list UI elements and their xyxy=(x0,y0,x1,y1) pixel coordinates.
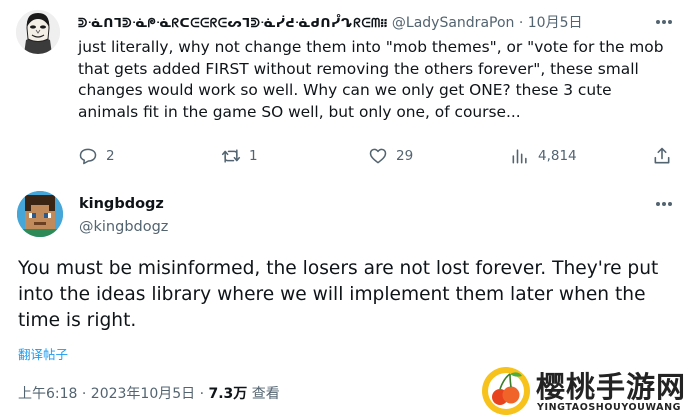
main-tweet-text: You must be misinformed, the losers are … xyxy=(18,258,659,331)
reply-tweet-actions: 2 1 29 4,814 xyxy=(78,146,678,166)
watermark-title: 樱桃手游网 xyxy=(536,370,687,404)
reply-tweet-text: just literally, why not change them into… xyxy=(78,38,664,122)
reply-author-handle[interactable]: @LadySandraPon xyxy=(392,15,515,31)
views-button[interactable]: 4,814 xyxy=(510,146,577,166)
main-author-avatar[interactable] xyxy=(17,191,63,237)
share-icon xyxy=(654,147,670,164)
reply-count: 2 xyxy=(106,148,115,164)
site-watermark: 樱桃手游网 YINGTAOSHOUYOUWANG xyxy=(480,360,690,419)
retweet-count: 1 xyxy=(249,148,258,164)
like-count: 29 xyxy=(396,148,414,164)
reply-author-name[interactable]: ᕲᓍᑎᒣᕲᓍᖘᓍᖇᑕᕮᕮᖇᕮᔕᒣᕲᓍᓰᕍᓍᑯᑎᓮᖊᖇᕮᗰ᎒᎒ xyxy=(78,15,387,30)
main-author-handle[interactable]: @kingbdogz xyxy=(79,219,168,235)
reply-tweet-header: ᕲᓍᑎᒣᕲᓍᖘᓍᖇᑕᕮᕮᖇᕮᔕᒣᕲᓍᓰᕍᓍᑯᑎᓮᖊᖇᕮᗰ᎒᎒ @LadySand… xyxy=(78,12,583,32)
main-more-icon[interactable] xyxy=(654,202,674,208)
retweet-icon xyxy=(221,149,241,163)
retweet-button[interactable]: 1 xyxy=(221,146,258,166)
reply-icon xyxy=(79,148,97,165)
main-author-name[interactable]: kingbdogz xyxy=(79,196,164,212)
watermark-subtitle: YINGTAOSHOUYOUWANG xyxy=(537,402,682,413)
like-icon xyxy=(369,148,387,164)
reply-tweet-date[interactable]: 10月5日 xyxy=(528,15,583,31)
like-button[interactable]: 29 xyxy=(368,146,413,166)
views-icon xyxy=(512,149,527,164)
tweet-view-count: 7.3万 xyxy=(208,386,248,402)
views-count: 4,814 xyxy=(538,148,577,164)
tweet-views-label: 查看 xyxy=(247,386,280,402)
reply-button[interactable]: 2 xyxy=(78,146,115,166)
translate-post-link[interactable]: 翻译帖子 xyxy=(18,344,68,363)
separator-dot: · xyxy=(518,15,524,31)
tweet-meta: 上午6:18 · 2023年10月5日 · 7.3万 查看 xyxy=(18,383,280,403)
share-button[interactable] xyxy=(652,146,680,166)
tweet-timestamp[interactable]: 上午6:18 · 2023年10月5日 · xyxy=(18,386,209,402)
cherry-logo xyxy=(482,367,530,415)
more-icon[interactable] xyxy=(654,20,674,26)
reply-author-avatar[interactable] xyxy=(16,10,60,54)
reply-tweet: ᕲᓍᑎᒣᕲᓍᖘᓍᖇᑕᕮᕮᖇᕮᔕᒣᕲᓍᓰᕍᓍᑯᑎᓮᖊᖇᕮᗰ᎒᎒ @LadySand… xyxy=(0,0,690,180)
